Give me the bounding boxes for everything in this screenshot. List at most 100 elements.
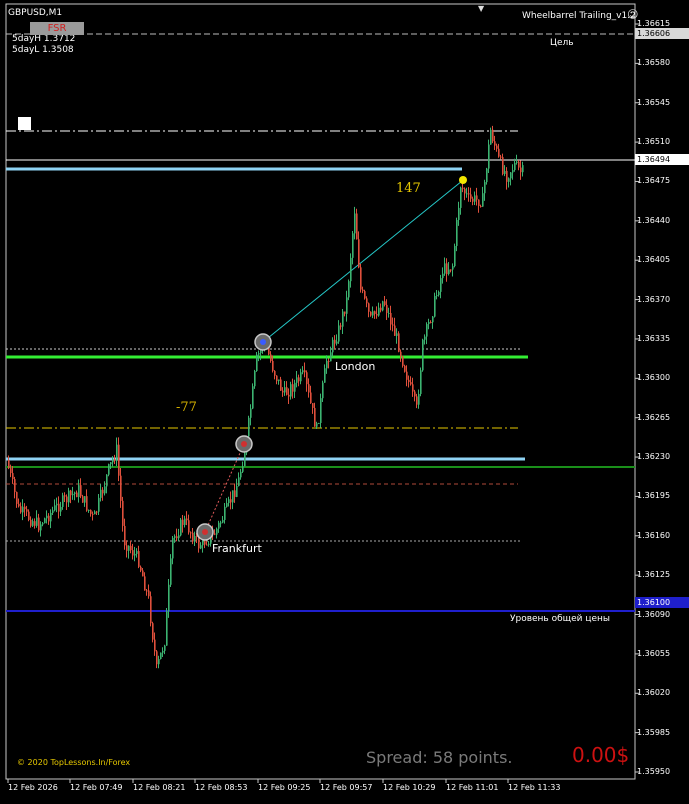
candle-body (48, 515, 50, 522)
candle-body (220, 522, 222, 524)
candle-body (30, 519, 32, 526)
fsr-badge[interactable]: FSR (30, 22, 84, 35)
candle-body (362, 289, 364, 292)
copyright-text: © 2020 TopLessons.In/Forex (17, 758, 131, 767)
candle-body (162, 650, 164, 653)
candle-body (282, 390, 284, 393)
candle-body (490, 129, 492, 145)
candle-body (408, 379, 410, 383)
candle-body (378, 307, 380, 316)
candle-body (396, 333, 398, 336)
london-label: London (335, 360, 376, 373)
loss-points: -77 (176, 400, 197, 415)
candle-body (372, 311, 374, 316)
candle-body (482, 193, 484, 207)
scroll-marker-icon[interactable]: ▼ (478, 4, 484, 13)
candle-body (464, 188, 466, 194)
candle-body (188, 520, 190, 533)
candle-body (170, 558, 172, 585)
candle-body (50, 512, 52, 522)
candle-body (206, 544, 208, 546)
candle-body (344, 311, 346, 314)
price-tick-label: 1.35950 (637, 767, 671, 776)
candle-body (118, 444, 120, 476)
candle-body (44, 518, 46, 524)
candle-body (410, 382, 412, 385)
candle-body (180, 519, 182, 536)
candle-body (46, 515, 48, 519)
chart-window[interactable]: GBPUSD,M1 5dayH 1.3712 5dayL 1.3508 FSR … (0, 0, 689, 800)
candle-body (114, 459, 116, 461)
candle-body (8, 460, 10, 469)
candle-body (338, 325, 340, 342)
candle-body (334, 339, 336, 344)
candle-body (364, 291, 366, 299)
candle-body (508, 178, 510, 182)
candle-body (176, 536, 178, 539)
candle-body (128, 545, 130, 551)
candle-body (116, 444, 118, 461)
price-tick-label: 1.36580 (637, 58, 671, 68)
candle-body (60, 506, 62, 512)
time-tick-label: 12 Feb 07:49 (70, 783, 123, 792)
candle-body (330, 352, 332, 362)
candle-body (510, 172, 512, 179)
candle-body (506, 170, 508, 182)
candle-body (108, 464, 110, 475)
candle-body (100, 489, 102, 498)
candle-body (88, 509, 90, 511)
candle-body (298, 377, 300, 382)
chart-checkbox[interactable] (18, 117, 31, 130)
price-tick-label: 1.36265 (637, 412, 671, 422)
candle-body (78, 485, 80, 498)
candle-body (278, 379, 280, 382)
candle-body (166, 611, 168, 646)
time-tick-label: 12 Feb 08:53 (195, 783, 248, 792)
candle-body (428, 321, 430, 325)
candle-body (38, 517, 40, 531)
entry-marker-mid-dot (241, 441, 247, 447)
candle-body (280, 379, 282, 391)
candle-body (404, 365, 406, 372)
candle-body (448, 269, 450, 275)
price-tick-label: 1.36020 (637, 688, 671, 698)
candle-body (140, 566, 142, 571)
candle-body (496, 145, 498, 149)
price-chart[interactable] (0, 0, 689, 800)
candle-body (430, 321, 432, 323)
candle-body (274, 370, 276, 376)
candle-body (150, 596, 152, 624)
candle-body (90, 509, 92, 514)
candle-body (400, 351, 402, 357)
candle-body (56, 503, 58, 506)
candle-body (190, 532, 192, 534)
candle-body (272, 360, 274, 371)
entry-marker-buy-dot (260, 339, 266, 345)
candle-body (256, 354, 258, 372)
price-tick-label: 1.36335 (637, 333, 671, 343)
candle-body (242, 466, 244, 472)
candle-body (502, 157, 504, 174)
candle-body (208, 543, 210, 545)
candle-body (234, 490, 236, 497)
plot-frame (5, 3, 636, 780)
candle-body (426, 324, 428, 337)
time-tick-label: 12 Feb 09:25 (258, 783, 311, 792)
candle-body (112, 459, 114, 463)
price-tick-label: 1.35985 (637, 727, 671, 737)
candle-body (422, 339, 424, 371)
candle-body (394, 325, 396, 336)
target-label: Цель (550, 38, 574, 48)
candle-body (358, 239, 360, 268)
candle-body (276, 375, 278, 382)
candle-body (308, 384, 310, 393)
candle-body (438, 291, 440, 296)
candle-body (82, 496, 84, 503)
candle-body (42, 523, 44, 525)
candle-body (350, 257, 352, 282)
candle-body (270, 354, 272, 361)
candle-body (326, 360, 328, 369)
candle-body (146, 590, 148, 592)
candle-body (420, 370, 422, 394)
candle-body (522, 165, 524, 173)
